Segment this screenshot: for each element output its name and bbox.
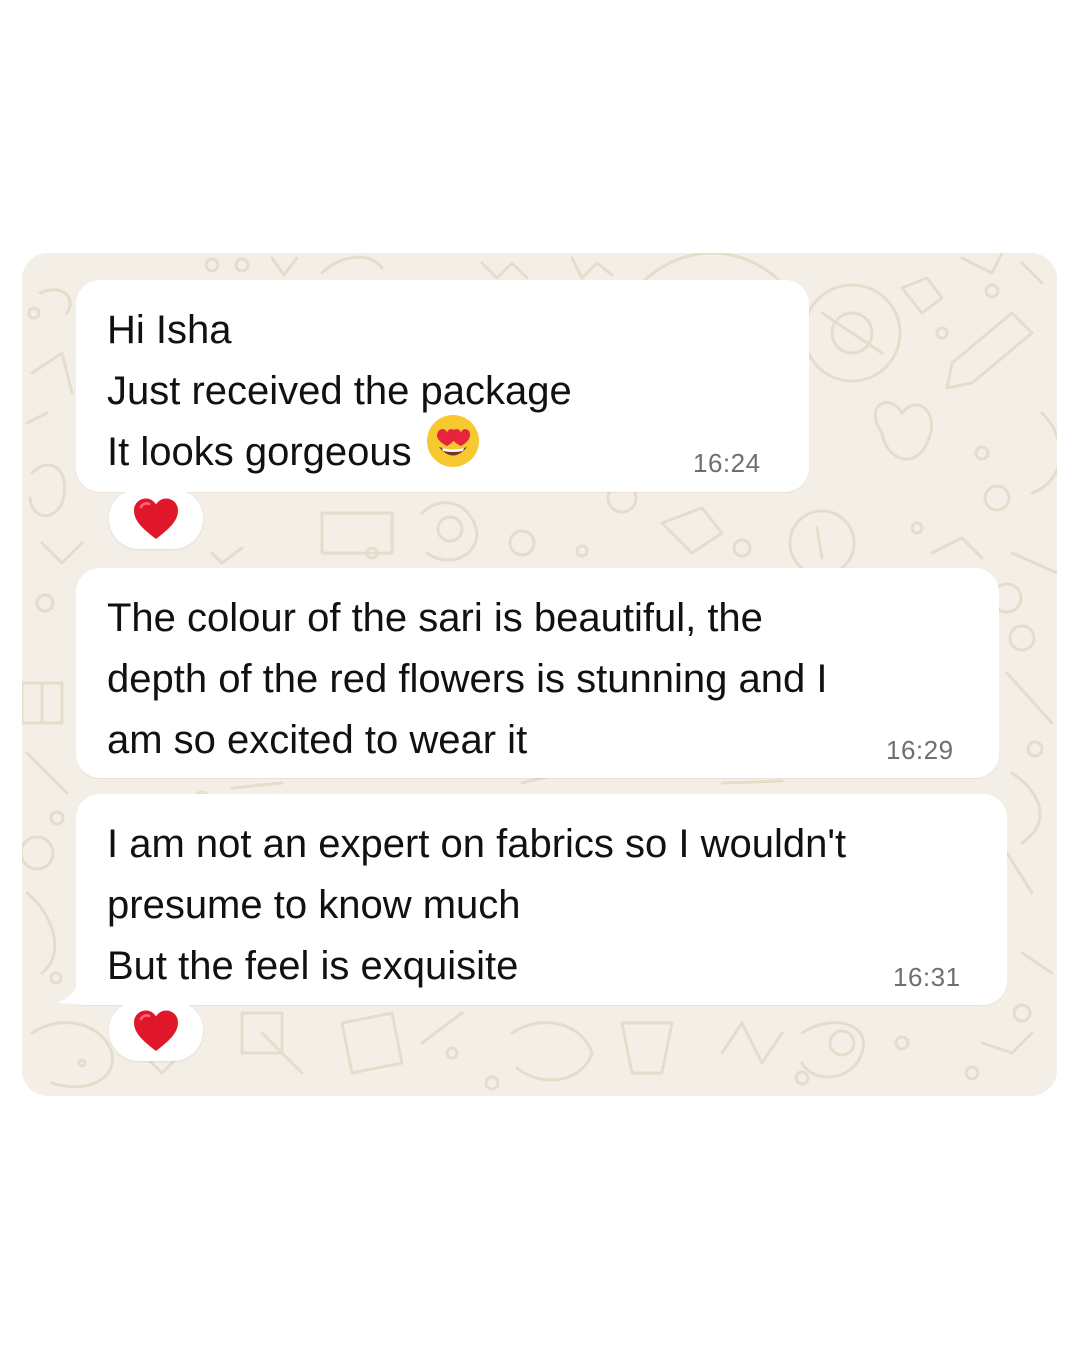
message-text-line: am so excited to wear it bbox=[107, 718, 528, 762]
message-bubble[interactable]: The colour of the sari is beautiful, the… bbox=[76, 568, 999, 778]
message-bubble[interactable]: I am not an expert on fabrics so I would… bbox=[76, 794, 1007, 1005]
message-text-line: presume to know much bbox=[107, 883, 521, 927]
message-text-line: depth of the red flowers is stunning and… bbox=[107, 657, 828, 701]
message-text-line: I am not an expert on fabrics so I would… bbox=[107, 822, 847, 866]
message-text-line: It looks gorgeous bbox=[107, 415, 779, 486]
message-text-line: Just received the package bbox=[107, 369, 572, 413]
message-text-line: Hi Isha bbox=[107, 308, 232, 352]
message-text-line: The colour of the sari is beautiful, the bbox=[107, 596, 763, 640]
message-timestamp: 16:31 bbox=[893, 962, 961, 992]
message-reaction[interactable] bbox=[109, 489, 203, 549]
message-bubble[interactable]: Hi Isha Just received the package It loo… bbox=[76, 280, 809, 492]
message-text-line: But the feel is exquisite bbox=[107, 944, 519, 988]
message-timestamp: 16:29 bbox=[886, 735, 954, 765]
heart-eyes-face-icon bbox=[426, 414, 480, 486]
red-heart-icon bbox=[134, 498, 178, 539]
message-reaction[interactable] bbox=[109, 1001, 203, 1061]
red-heart-icon bbox=[134, 1010, 178, 1051]
message-timestamp: 16:24 bbox=[693, 448, 761, 478]
chat-panel: Hi Isha Just received the package It loo… bbox=[22, 253, 1057, 1096]
